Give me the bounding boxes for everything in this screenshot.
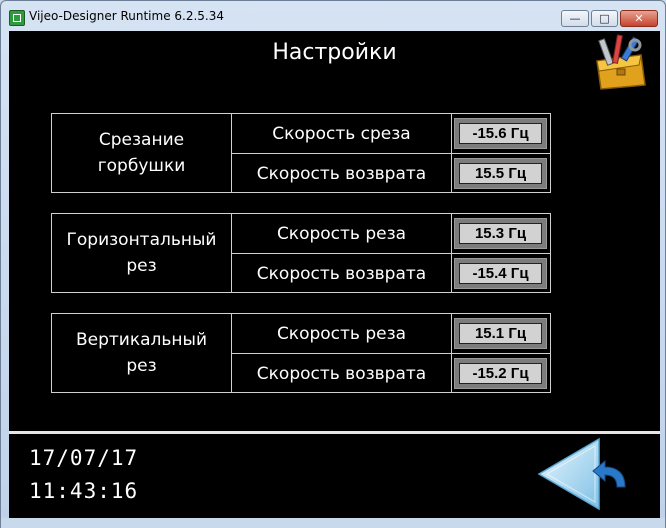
date-display: 17/07/17 xyxy=(29,446,139,470)
setting-row: Скорость среза -15.6 Гц xyxy=(232,114,550,153)
group-horizontal-cut: Горизонтальный рез Скорость реза 15.3 Гц… xyxy=(51,213,551,293)
hmi-screen: Настройки Срезание горбушки Скорость сре… xyxy=(9,31,660,518)
value-text[interactable]: 15.3 Гц xyxy=(459,223,542,244)
value-field[interactable]: 15.1 Гц xyxy=(454,318,547,349)
value-text[interactable]: -15.2 Гц xyxy=(459,363,542,384)
maximize-button[interactable]: □ xyxy=(591,10,618,27)
value-text[interactable]: 15.5 Гц xyxy=(459,163,542,184)
setting-row: Скорость возврата -15.4 Гц xyxy=(232,253,550,293)
value-text[interactable]: -15.6 Гц xyxy=(459,123,542,144)
group-label: Срезание горбушки xyxy=(52,114,232,192)
setting-label: Скорость реза xyxy=(232,314,452,353)
app-window: Vijeo-Designer Runtime 6.2.5.34 — □ ✕ На… xyxy=(0,0,666,528)
toolbox-icon[interactable] xyxy=(589,31,651,93)
window-title: Vijeo-Designer Runtime 6.2.5.34 xyxy=(29,9,225,23)
divider xyxy=(9,431,660,434)
setting-label: Скорость среза xyxy=(232,114,452,153)
title-bar[interactable]: Vijeo-Designer Runtime 6.2.5.34 — □ ✕ xyxy=(1,1,665,31)
setting-label: Скорость возврата xyxy=(232,154,452,193)
value-text[interactable]: 15.1 Гц xyxy=(459,323,542,344)
window-bottom-border xyxy=(1,518,665,528)
setting-label: Скорость возврата xyxy=(232,354,452,393)
setting-label: Скорость возврата xyxy=(232,254,452,293)
close-button[interactable]: ✕ xyxy=(620,10,658,27)
value-text[interactable]: -15.4 Гц xyxy=(459,263,542,284)
minimize-button[interactable]: — xyxy=(561,10,589,27)
page-title: Настройки xyxy=(272,40,397,65)
group-label: Горизонтальный рез xyxy=(52,214,232,292)
value-field[interactable]: -15.6 Гц xyxy=(454,118,547,149)
setting-row: Скорость реза 15.3 Гц xyxy=(232,214,550,253)
back-arrow-icon[interactable] xyxy=(537,437,632,512)
value-field[interactable]: 15.5 Гц xyxy=(454,158,547,189)
setting-row: Скорость реза 15.1 Гц xyxy=(232,314,550,353)
value-field[interactable]: 15.3 Гц xyxy=(454,218,547,249)
group-label: Вертикальный рез xyxy=(52,314,232,392)
group-crust-cutting: Срезание горбушки Скорость среза -15.6 Г… xyxy=(51,113,551,193)
time-display: 11:43:16 xyxy=(29,479,139,503)
setting-row: Скорость возврата 15.5 Гц xyxy=(232,153,550,193)
setting-label: Скорость реза xyxy=(232,214,452,253)
value-field[interactable]: -15.2 Гц xyxy=(454,358,547,389)
app-icon xyxy=(9,10,25,26)
group-vertical-cut: Вертикальный рез Скорость реза 15.1 Гц С… xyxy=(51,313,551,393)
setting-row: Скорость возврата -15.2 Гц xyxy=(232,353,550,393)
value-field[interactable]: -15.4 Гц xyxy=(454,258,547,289)
